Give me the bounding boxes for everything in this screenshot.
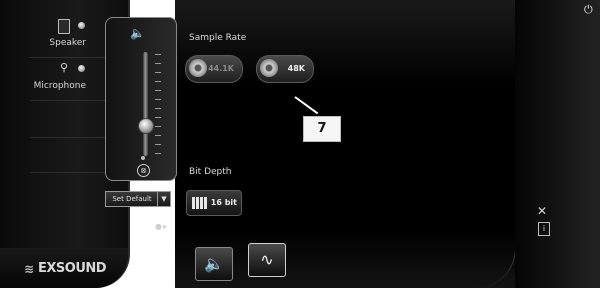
status-dot-icon xyxy=(78,22,85,29)
callout-label: 7 xyxy=(303,116,341,142)
volume-slider-track[interactable] xyxy=(143,52,148,156)
sample-rate-value: 48K xyxy=(287,64,305,73)
volume-ticks xyxy=(155,54,161,154)
disc-icon xyxy=(260,59,278,77)
exsound-app: Speaker ⚲ Microphone ≋ EXSOUND 🔈 ⊗ Set D… xyxy=(0,0,600,288)
bit-depth-button[interactable]: 16 bit xyxy=(186,190,242,216)
set-default-button[interactable]: Set Default xyxy=(105,191,159,207)
sample-rate-label: Sample Rate xyxy=(189,33,247,43)
sample-rate-48k-button[interactable]: 48K xyxy=(256,55,314,83)
speaker-device-icon xyxy=(58,19,70,34)
microphone-device-icon: ⚲ xyxy=(60,61,69,74)
status-dot-icon xyxy=(78,65,85,72)
sidebar-item-label: Microphone xyxy=(33,81,86,91)
bit-depth-label: Bit Depth xyxy=(189,167,232,177)
balance-dot-icon xyxy=(141,156,145,160)
right-panel xyxy=(515,0,600,288)
sample-rate-value: 44.1K xyxy=(208,64,234,73)
waveform-icon: ∿ xyxy=(260,250,274,269)
logo-mark-icon: ≋ xyxy=(24,262,34,276)
page-navigation-icon[interactable]: ●▸ xyxy=(155,222,168,231)
logo-text: EXSOUND xyxy=(38,261,107,276)
volume-slider-handle[interactable] xyxy=(138,118,154,134)
disc-icon xyxy=(189,59,207,77)
waveform-button[interactable]: ∿ xyxy=(248,243,286,277)
main-panel-border xyxy=(455,0,516,288)
exsound-logo: ≋ EXSOUND xyxy=(24,261,107,276)
bit-depth-bars-icon xyxy=(192,197,208,209)
sidebar-item-speaker[interactable]: Speaker xyxy=(30,17,100,53)
sample-rate-44k-button[interactable]: 44.1K xyxy=(185,55,243,83)
mute-icon[interactable]: ⊗ xyxy=(137,164,150,177)
chevron-down-icon[interactable]: ▼ xyxy=(157,191,171,207)
power-icon[interactable]: ⏻ xyxy=(584,4,596,16)
info-icon[interactable]: i xyxy=(538,222,550,236)
volume-control: 🔈 ⊗ xyxy=(105,17,177,181)
speaker-plus-minus-icon: 🔈 xyxy=(204,254,224,273)
bit-depth-value: 16 bit xyxy=(210,198,237,207)
tools-icon[interactable]: ✕ xyxy=(537,204,547,218)
speaker-icon[interactable]: 🔈 xyxy=(130,26,145,40)
sidebar-item-microphone[interactable]: ⚲ Microphone xyxy=(30,60,100,96)
speaker-settings-button[interactable]: 🔈 xyxy=(195,247,233,281)
sidebar-item-label: Speaker xyxy=(49,38,86,48)
